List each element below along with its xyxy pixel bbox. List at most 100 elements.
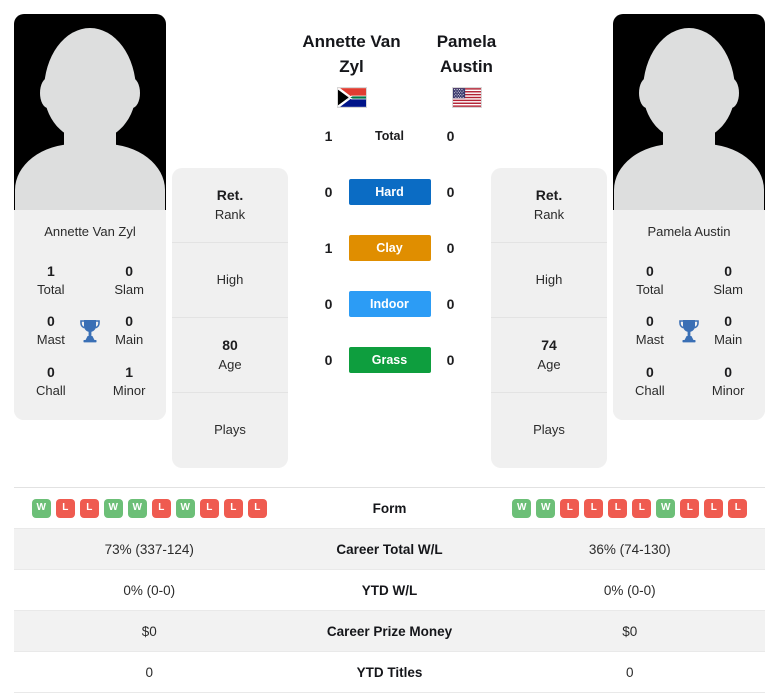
titles-minor-value: 0 bbox=[724, 363, 733, 380]
center-h2h-column: Annette Van Zyl Pamela Austin 1 Total 0 … bbox=[294, 14, 496, 388]
table-row: W L L W W L W L L L Form W W L L L L W L L L bbox=[14, 488, 765, 529]
trophy-icon bbox=[675, 319, 704, 343]
titles-main-label: Main bbox=[714, 332, 743, 348]
comparison-top-section: Annette Van Zyl 1 Total 0 Slam 0 Mast 0 … bbox=[0, 0, 779, 468]
left-player-flag-wrapper bbox=[294, 79, 409, 109]
form-badge-loss: L bbox=[728, 498, 748, 518]
left-info-age-label: Age bbox=[218, 356, 242, 372]
titles-row-total-slam: 1 Total 0 Slam bbox=[20, 255, 160, 305]
avatar-ear-right bbox=[124, 78, 140, 108]
avatar-shoulders-shape bbox=[15, 144, 165, 210]
right-stat-value: $0 bbox=[622, 623, 638, 639]
surface-h2h-rows: 1 Total 0 0 Hard 0 1 Clay 0 0 Indoor 0 0 Grass 0 bbox=[294, 108, 485, 388]
form-badge-loss: L bbox=[704, 498, 724, 518]
titles-main-label: Main bbox=[115, 332, 144, 348]
right-player-card[interactable]: Pamela Austin 0 Total 0 Slam 0 Mast 0 Ma… bbox=[613, 14, 765, 421]
left-info-plays-label: Plays bbox=[214, 422, 246, 438]
left-info-rank-label: Rank bbox=[214, 206, 246, 222]
h2h-left-score: 1 bbox=[324, 128, 333, 145]
table-row: $0 Career Prize Money $0 bbox=[14, 611, 765, 652]
titles-row-mast-main: 0 Mast 0 Main bbox=[619, 305, 759, 355]
form-badge-win: W bbox=[656, 498, 676, 518]
titles-slam-label: Slam bbox=[713, 281, 743, 297]
titles-total: 1 Total bbox=[26, 262, 76, 298]
titles-row-mast-main: 0 Mast 0 Main bbox=[20, 305, 160, 355]
titles-minor-label: Minor bbox=[112, 382, 146, 398]
titles-total-value: 1 bbox=[46, 263, 55, 279]
form-badge-win: W bbox=[175, 498, 195, 518]
form-badge-win: W bbox=[536, 498, 556, 518]
left-info-plays: Plays bbox=[172, 393, 288, 468]
h2h-row-indoor: 0 Indoor 0 bbox=[294, 276, 485, 332]
right-info-rank-value: Ret. bbox=[535, 187, 563, 204]
h2h-surface-badge-clay[interactable]: Clay bbox=[348, 235, 431, 262]
form-badge-loss: L bbox=[55, 498, 75, 518]
form-badge-loss: L bbox=[560, 498, 580, 518]
right-player-name-label: Pamela Austin bbox=[613, 210, 765, 255]
h2h-row-clay: 1 Clay 0 bbox=[294, 220, 485, 276]
titles-total-label: Total bbox=[37, 281, 65, 297]
right-info-age-label: Age bbox=[537, 356, 561, 372]
right-info-age-value: 74 bbox=[541, 337, 557, 354]
titles-minor: 1 Minor bbox=[104, 363, 154, 399]
left-info-card: Ret. Rank High 80 Age Plays bbox=[172, 168, 288, 468]
left-player-name-line1: Annette Van bbox=[302, 32, 401, 51]
form-badge-loss: L bbox=[199, 498, 219, 518]
titles-slam-value: 0 bbox=[724, 263, 733, 279]
left-player-headline[interactable]: Annette Van Zyl bbox=[294, 14, 409, 109]
form-badge-win: W bbox=[103, 498, 123, 518]
titles-minor-label: Minor bbox=[711, 382, 745, 398]
titles-main-value: 0 bbox=[724, 313, 733, 330]
form-badge-win: W bbox=[127, 498, 147, 518]
right-stat-value: 0% (0-0) bbox=[603, 582, 656, 598]
titles-chall: 0 Chall bbox=[26, 363, 76, 399]
h2h-right-score: 0 bbox=[446, 128, 455, 145]
left-stat-value: 73% (337-124) bbox=[104, 541, 194, 557]
left-stat-value: $0 bbox=[141, 623, 157, 639]
h2h-left-score: 0 bbox=[324, 352, 333, 369]
trophy-icon bbox=[76, 319, 105, 343]
right-player-column: Pamela Austin 0 Total 0 Slam 0 Mast 0 Ma… bbox=[613, 14, 765, 421]
left-info-rank: Ret. Rank bbox=[172, 168, 288, 243]
left-player-avatar bbox=[14, 14, 166, 210]
titles-total-value: 0 bbox=[645, 263, 654, 279]
h2h-surface-badge-grass[interactable]: Grass bbox=[348, 347, 431, 374]
stat-row-label: Form bbox=[372, 500, 407, 516]
south-africa-flag-icon bbox=[336, 87, 367, 109]
h2h-surface-badge-hard[interactable]: Hard bbox=[348, 179, 431, 206]
form-badge-loss: L bbox=[584, 498, 604, 518]
h2h-surface-badge-total: Total bbox=[375, 129, 404, 144]
titles-slam: 0 Slam bbox=[104, 262, 154, 298]
titles-row-total-slam: 0 Total 0 Slam bbox=[619, 255, 759, 305]
left-info-high-label: High bbox=[216, 271, 244, 287]
left-player-column: Annette Van Zyl 1 Total 0 Slam 0 Mast 0 … bbox=[14, 14, 166, 421]
titles-main: 0 Main bbox=[104, 312, 154, 348]
titles-minor-value: 1 bbox=[125, 363, 134, 380]
left-player-titles-grid: 1 Total 0 Slam 0 Mast 0 Main 0 Chall 1 M… bbox=[14, 255, 166, 421]
left-player-card[interactable]: Annette Van Zyl 1 Total 0 Slam 0 Mast 0 … bbox=[14, 14, 166, 421]
titles-main: 0 Main bbox=[703, 312, 753, 348]
h2h-surface-badge-indoor[interactable]: Indoor bbox=[348, 291, 431, 318]
right-info-column: Ret. Rank High 74 Age Plays bbox=[491, 14, 607, 468]
titles-mast-value: 0 bbox=[645, 313, 654, 330]
player-names-and-flags: Annette Van Zyl Pamela Austin bbox=[294, 14, 496, 109]
h2h-right-score: 0 bbox=[446, 184, 455, 201]
right-info-rank: Ret. Rank bbox=[491, 168, 607, 243]
titles-mast-label: Mast bbox=[36, 332, 65, 348]
form-badge-loss: L bbox=[79, 498, 99, 518]
h2h-left-score: 0 bbox=[324, 296, 333, 313]
left-info-rank-value: Ret. bbox=[216, 187, 244, 204]
form-badge-loss: L bbox=[680, 498, 700, 518]
titles-chall-label: Chall bbox=[36, 382, 66, 398]
form-badge-win: W bbox=[31, 498, 51, 518]
h2h-row-total: 1 Total 0 bbox=[294, 108, 485, 164]
titles-mast: 0 Mast bbox=[625, 312, 675, 348]
h2h-right-score: 0 bbox=[446, 240, 455, 257]
left-info-column: Ret. Rank High 80 Age Plays bbox=[172, 14, 288, 468]
player-stats-table: W L L W W L W L L L Form W W L L L L W L L L 73% (337-124) Car… bbox=[14, 487, 765, 693]
titles-total-label: Total bbox=[636, 281, 664, 297]
left-info-age-value: 80 bbox=[222, 337, 238, 354]
table-row: 0% (0-0) YTD W/L 0% (0-0) bbox=[14, 570, 765, 611]
form-badge-loss: L bbox=[608, 498, 628, 518]
table-row: 73% (337-124) Career Total W/L 36% (74-130… bbox=[14, 529, 765, 570]
